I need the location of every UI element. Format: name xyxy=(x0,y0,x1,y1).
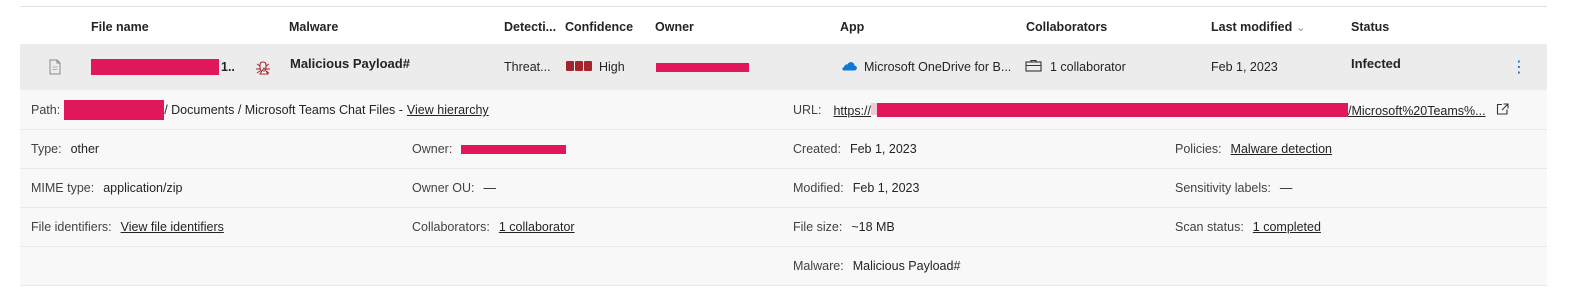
last-modified-value: Feb 1, 2023 xyxy=(1211,60,1278,74)
collaborator-briefcase-icon xyxy=(1025,59,1042,75)
column-header-status[interactable]: Status xyxy=(1351,20,1389,34)
column-header-confidence[interactable]: Confidence xyxy=(565,20,633,34)
url-field: URL: https:// /Microsoft%20Teams%... xyxy=(793,100,1509,120)
file-size-label: File size: xyxy=(793,220,843,234)
type-field: Type: other xyxy=(31,139,99,159)
scan-status-label: Scan status: xyxy=(1175,220,1244,234)
owner-cell xyxy=(656,44,749,90)
redacted-file-name xyxy=(91,59,219,75)
collaborators-cell[interactable]: 1 collaborator xyxy=(1025,44,1126,90)
external-link-icon[interactable] xyxy=(1496,102,1509,118)
redacted-owner xyxy=(461,144,567,154)
malware-field: Malware: Malicious Payload# xyxy=(793,256,960,276)
collaborators-value: 1 collaborator xyxy=(1050,60,1126,74)
file-details-panel: Path: / Documents / Microsoft Teams Chat… xyxy=(20,90,1547,286)
column-header-file-name[interactable]: File name xyxy=(91,20,149,34)
created-value: Feb 1, 2023 xyxy=(849,142,917,156)
redacted-url xyxy=(877,102,1349,117)
malware-label: Malware: xyxy=(793,259,844,273)
confidence-value: High xyxy=(599,60,625,74)
collaborators-link[interactable]: 1 collaborator xyxy=(499,220,575,234)
column-header-label: File name xyxy=(91,20,149,34)
column-header-last-modified[interactable]: Last modified ⌄ xyxy=(1211,20,1305,34)
owner-field: Owner: xyxy=(412,139,567,159)
redacted-path xyxy=(64,100,165,120)
collaborators-label: Collaborators: xyxy=(412,220,490,234)
mime-type-value: application/zip xyxy=(103,181,183,195)
type-value: other xyxy=(70,142,100,156)
onedrive-cloud-icon xyxy=(840,60,857,74)
file-size-field: File size: ~18 MB xyxy=(793,217,895,237)
file-identifiers-label: File identifiers: xyxy=(31,220,112,234)
scan-status-field: Scan status: 1 completed xyxy=(1175,217,1321,237)
sensitivity-labels-label: Sensitivity labels: xyxy=(1175,181,1271,195)
divider xyxy=(20,246,1547,247)
divider xyxy=(20,285,1547,286)
malware-bug-icon xyxy=(255,44,271,90)
column-header-detection[interactable]: Detecti... xyxy=(504,20,556,34)
divider xyxy=(20,168,1547,169)
confidence-bars xyxy=(566,60,593,74)
confidence-cell: High xyxy=(566,44,625,90)
column-header-label: App xyxy=(840,20,865,34)
created-field: Created: Feb 1, 2023 xyxy=(793,139,917,159)
path-label: Path: xyxy=(31,103,61,117)
column-header-label: Owner xyxy=(655,20,694,34)
document-icon xyxy=(48,44,62,90)
chevron-down-icon[interactable]: ⌄ xyxy=(1296,22,1305,34)
app-name: Microsoft OneDrive for B... xyxy=(864,60,1012,74)
modified-label: Modified: xyxy=(793,181,844,195)
view-hierarchy-link[interactable]: View hierarchy xyxy=(407,103,489,117)
redacted-owner xyxy=(656,62,749,72)
created-label: Created: xyxy=(793,142,841,156)
column-header-label: Confidence xyxy=(565,20,634,34)
column-header-label: Last modified xyxy=(1211,20,1293,34)
mime-type-field: MIME type: application/zip xyxy=(31,178,182,198)
file-identifiers-field: File identifiers: View file identifiers xyxy=(31,217,224,237)
view-file-identifiers-link[interactable]: View file identifiers xyxy=(121,220,224,234)
type-label: Type: xyxy=(31,142,62,156)
url-label: URL: xyxy=(793,103,822,117)
malware-name: Malicious Payload# xyxy=(290,55,410,71)
file-name-cell[interactable]: 1.. xyxy=(91,44,235,90)
column-header-label: Collaborators xyxy=(1026,20,1108,34)
mime-type-label: MIME type: xyxy=(31,181,95,195)
column-header-owner[interactable]: Owner xyxy=(655,20,694,34)
policies-field: Policies: Malware detection xyxy=(1175,139,1332,159)
file-size-value: ~18 MB xyxy=(851,220,895,234)
path-field: Path: / Documents / Microsoft Teams Chat… xyxy=(31,100,489,120)
modified-field: Modified: Feb 1, 2023 xyxy=(793,178,919,198)
more-options-icon[interactable]: ⋮ xyxy=(1511,44,1527,90)
url-suffix: /Microsoft%20Teams%... xyxy=(1348,103,1486,118)
url-prefix: https:// xyxy=(833,103,872,118)
column-header-app[interactable]: App xyxy=(840,20,864,34)
scan-status-link[interactable]: 1 completed xyxy=(1253,220,1321,234)
column-header-malware[interactable]: Malware xyxy=(289,20,338,34)
owner-ou-label: Owner OU: xyxy=(412,181,475,195)
collaborators-field: Collaborators: 1 collaborator xyxy=(412,217,575,237)
column-header-collaborators[interactable]: Collaborators xyxy=(1026,20,1107,34)
owner-label: Owner: xyxy=(412,142,453,156)
detection-value: Threat... xyxy=(504,60,551,74)
path-value: / Documents / Microsoft Teams Chat Files… xyxy=(164,103,403,117)
column-header-label: Status xyxy=(1351,20,1390,34)
malware-detection-policy-link[interactable]: Malware detection xyxy=(1231,142,1332,156)
divider xyxy=(20,129,1547,130)
status-value: Infected xyxy=(1351,55,1401,71)
sensitivity-labels-field: Sensitivity labels: — xyxy=(1175,178,1292,198)
url-link[interactable]: https:// /Microsoft%20Teams%... xyxy=(833,102,1486,118)
owner-ou-value: — xyxy=(483,181,497,195)
column-header-label: Malware xyxy=(289,20,339,34)
policies-label: Policies: xyxy=(1175,142,1222,156)
modified-value: Feb 1, 2023 xyxy=(852,181,920,195)
top-divider xyxy=(20,6,1547,7)
malware-value: Malicious Payload# xyxy=(852,259,961,273)
sensitivity-labels-value: — xyxy=(1279,181,1293,195)
app-cell: Microsoft OneDrive for B... xyxy=(840,44,1011,90)
table-row[interactable]: 1.. Malicious Payload# Threat... High Mi… xyxy=(20,44,1547,90)
divider xyxy=(20,207,1547,208)
owner-ou-field: Owner OU: — xyxy=(412,178,496,198)
column-header-label: Detecti... xyxy=(504,20,557,34)
file-name-tail: 1.. xyxy=(221,60,235,74)
